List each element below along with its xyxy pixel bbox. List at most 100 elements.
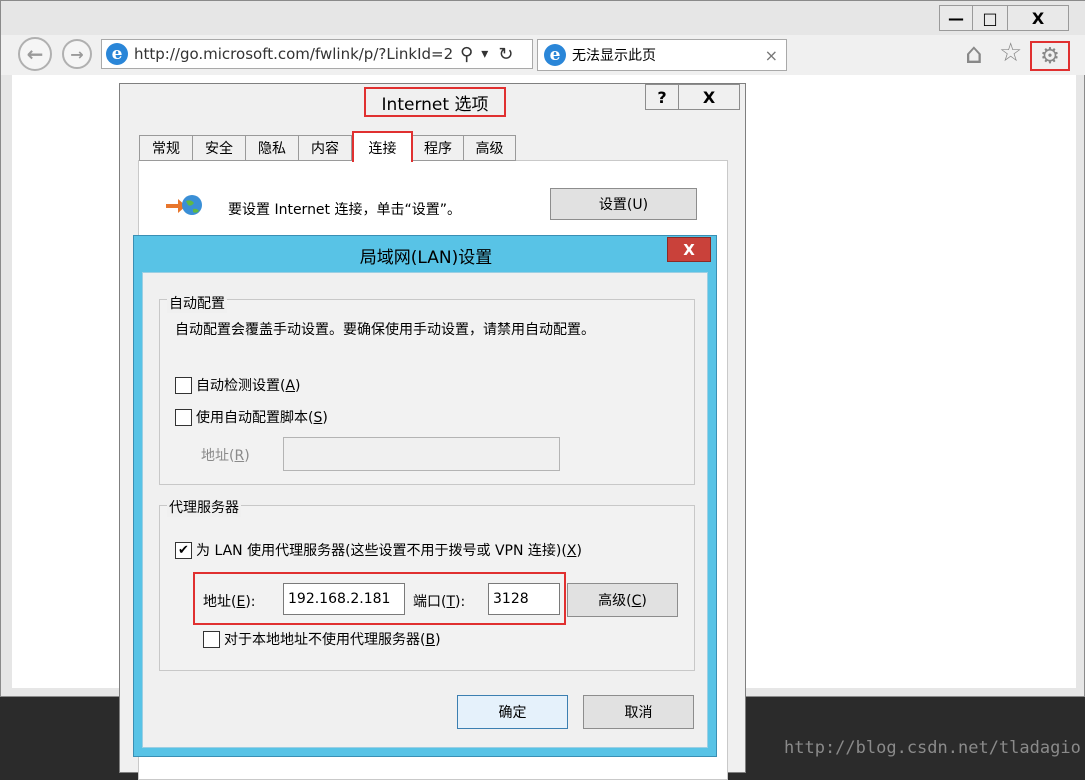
- auto-detect-option[interactable]: 自动检测设置(A): [175, 375, 301, 395]
- ie-tab-logo-icon: e: [544, 44, 566, 66]
- proxy-advanced-close: ): [641, 593, 647, 609]
- tab-advanced[interactable]: 高级: [463, 135, 516, 161]
- tab-privacy[interactable]: 隐私: [245, 135, 299, 161]
- tab-close-icon[interactable]: ×: [765, 46, 778, 65]
- minimize-button[interactable]: —: [939, 5, 973, 31]
- tab-title: 无法显示此页: [572, 48, 656, 64]
- proxy-port-value[interactable]: 3128: [493, 591, 529, 607]
- tab-content[interactable]: 内容: [298, 135, 352, 161]
- auto-script-text: 使用自动配置脚本(: [196, 410, 314, 426]
- network-globe-icon: [164, 189, 202, 219]
- maximize-button[interactable]: □: [972, 5, 1008, 31]
- dialog-title: Internet 选项: [381, 94, 489, 115]
- auto-script-checkbox[interactable]: [175, 408, 192, 426]
- auto-detect-checkbox[interactable]: [175, 376, 192, 394]
- tab-programs[interactable]: 程序: [412, 135, 464, 161]
- minimize-icon: —: [948, 8, 964, 28]
- cancel-button[interactable]: 取消: [583, 695, 694, 729]
- proxy-address-value[interactable]: 192.168.2.181: [288, 591, 390, 607]
- browser-tab[interactable]: e 无法显示此页 ×: [537, 39, 787, 71]
- dropdown-arrow-icon[interactable]: ▾: [481, 46, 488, 62]
- auto-script-close: ): [322, 410, 328, 426]
- dialog-close-button[interactable]: X: [678, 84, 740, 110]
- proxy-advanced-key: C: [631, 593, 642, 609]
- tab-programs-label: 程序: [424, 141, 452, 157]
- proxy-port-text: 端口(: [413, 594, 447, 610]
- script-address-label: 地址(R): [201, 445, 250, 465]
- maximize-icon: □: [982, 8, 998, 28]
- use-proxy-text: 为 LAN 使用代理服务器(这些设置不用于拨号或 VPN 连接)(: [196, 543, 567, 559]
- proxy-port-label: 端口(T):: [413, 591, 465, 611]
- setup-description: 要设置 Internet 连接，单击“设置”。: [228, 202, 461, 218]
- tab-connections-label: 连接: [368, 140, 397, 157]
- tab-content-label: 内容: [311, 141, 339, 157]
- proxy-address-label: 地址(E):: [203, 591, 256, 611]
- dialog-title-highlight: Internet 选项: [364, 87, 506, 117]
- lan-dialog-title: 局域网(LAN)设置: [359, 248, 493, 268]
- auto-detect-key: A: [285, 378, 296, 394]
- lan-close-button[interactable]: X: [667, 237, 711, 262]
- script-address-close: ): [244, 448, 250, 464]
- close-icon: X: [1031, 8, 1045, 28]
- use-proxy-checkbox[interactable]: ✔: [175, 541, 192, 559]
- lan-settings-dialog: 局域网(LAN)设置 X 自动配置 自动配置会覆盖手动设置。要确保使用手动设置，…: [133, 235, 717, 757]
- bypass-local-key: B: [425, 632, 436, 648]
- favorites-star-icon[interactable]: ☆: [999, 38, 1022, 68]
- ok-button-label: 确定: [498, 705, 527, 721]
- ok-button[interactable]: 确定: [457, 695, 568, 729]
- address-url[interactable]: http://go.microsoft.com/fwlink/p/?LinkId…: [134, 45, 454, 63]
- script-address-input: [283, 437, 560, 471]
- gear-icon[interactable]: ⚙: [1040, 44, 1060, 69]
- auto-detect-close: ): [295, 378, 301, 394]
- address-bar[interactable]: e http://go.microsoft.com/fwlink/p/?Link…: [101, 39, 533, 69]
- proxy-address-key: E: [236, 594, 246, 610]
- auto-script-label: 使用自动配置脚本(S): [196, 407, 328, 427]
- forward-button[interactable]: →: [62, 39, 92, 69]
- tab-connections[interactable]: 连接: [352, 131, 413, 162]
- script-address-key: R: [234, 448, 245, 464]
- forward-arrow-icon: →: [70, 44, 84, 64]
- close-icon: X: [683, 240, 695, 259]
- tab-security[interactable]: 安全: [192, 135, 246, 161]
- tab-privacy-label: 隐私: [258, 141, 286, 157]
- use-proxy-key: X: [566, 543, 577, 559]
- auto-detect-text: 自动检测设置(: [196, 378, 286, 394]
- watermark-text: http://blog.csdn.net/tladagio: [784, 738, 1081, 758]
- tab-general[interactable]: 常规: [139, 135, 193, 161]
- title-bar: — □ X: [1, 1, 1085, 35]
- tools-button-highlight[interactable]: ⚙: [1030, 41, 1070, 71]
- help-icon: ?: [657, 87, 667, 107]
- use-proxy-label: 为 LAN 使用代理服务器(这些设置不用于拨号或 VPN 连接)(X): [196, 540, 582, 560]
- refresh-icon[interactable]: ↻: [498, 44, 513, 65]
- auto-config-description: 自动配置会覆盖手动设置。要确保使用手动设置，请禁用自动配置。: [175, 322, 595, 338]
- help-button[interactable]: ?: [645, 84, 679, 110]
- close-icon: X: [702, 87, 716, 107]
- proxy-advanced-label: 高级(C): [598, 590, 647, 610]
- proxy-port-input[interactable]: 3128: [488, 583, 560, 615]
- tab-security-label: 安全: [205, 141, 233, 157]
- proxy-port-key: T: [446, 594, 456, 610]
- use-proxy-option[interactable]: ✔ 为 LAN 使用代理服务器(这些设置不用于拨号或 VPN 连接)(X): [175, 540, 582, 560]
- use-proxy-close: ): [576, 543, 582, 559]
- bypass-local-label: 对于本地地址不使用代理服务器(B): [224, 629, 441, 649]
- bypass-local-close: ): [435, 632, 441, 648]
- bypass-local-option[interactable]: 对于本地地址不使用代理服务器(B): [203, 629, 441, 649]
- proxy-address-close: ):: [245, 594, 256, 610]
- setup-button[interactable]: 设置(U): [550, 188, 697, 220]
- back-arrow-icon: ←: [26, 42, 44, 66]
- auto-detect-label: 自动检测设置(A): [196, 375, 301, 395]
- proxy-advanced-button[interactable]: 高级(C): [567, 583, 678, 617]
- checkmark-icon: ✔: [178, 542, 189, 558]
- proxy-advanced-text: 高级(: [598, 593, 632, 609]
- proxy-address-input[interactable]: 192.168.2.181: [283, 583, 405, 615]
- proxy-address-text: 地址(: [203, 594, 237, 610]
- home-icon[interactable]: ⌂: [965, 37, 983, 70]
- search-icon[interactable]: ⚲: [460, 44, 473, 65]
- script-address-text: 地址(: [201, 448, 235, 464]
- back-button[interactable]: ←: [18, 37, 52, 71]
- close-button[interactable]: X: [1007, 5, 1069, 31]
- bypass-local-checkbox[interactable]: [203, 630, 220, 648]
- auto-config-legend: 自动配置: [167, 293, 227, 313]
- auto-script-option[interactable]: 使用自动配置脚本(S): [175, 407, 328, 427]
- bypass-local-text: 对于本地地址不使用代理服务器(: [224, 632, 426, 648]
